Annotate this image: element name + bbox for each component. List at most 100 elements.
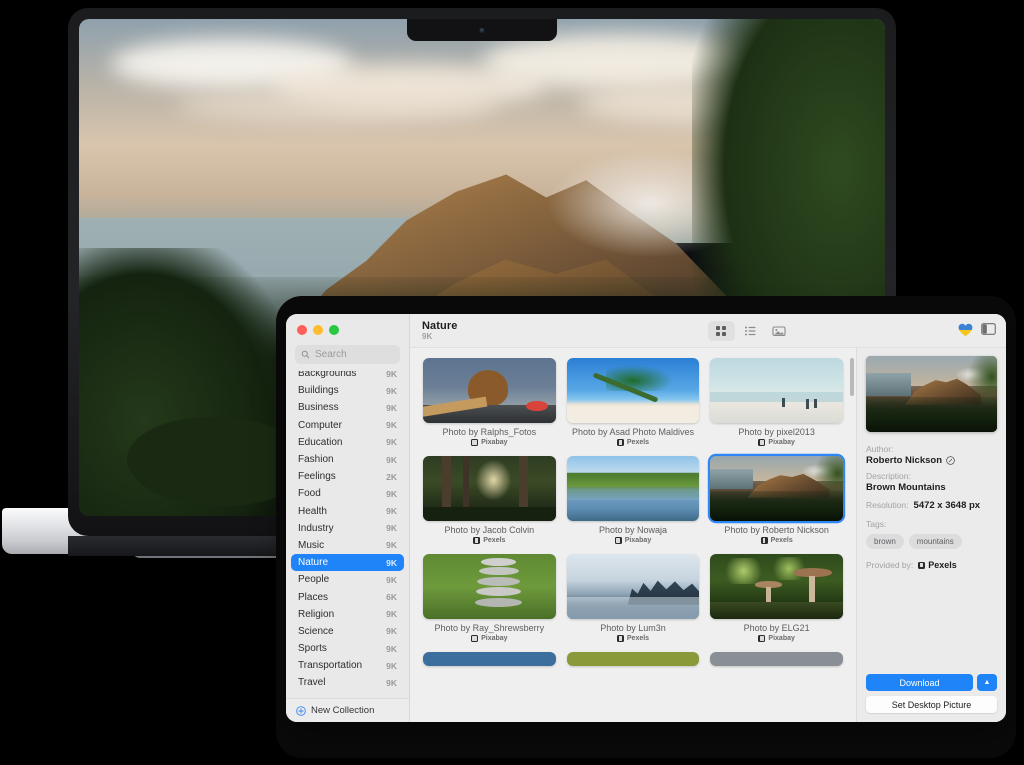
photo-cell[interactable]: Photo by Lum3nPexels bbox=[567, 554, 700, 642]
photo-thumbnail[interactable] bbox=[710, 554, 843, 619]
tag-pill[interactable]: brown bbox=[866, 534, 904, 549]
sidebar-item-count: 9K bbox=[386, 626, 397, 636]
set-desktop-picture-button[interactable]: Set Desktop Picture bbox=[866, 696, 997, 713]
sidebar-item-fashion[interactable]: Fashion9K bbox=[291, 451, 404, 468]
ukraine-heart-icon[interactable] bbox=[958, 323, 973, 339]
sidebar-item-label: Industry bbox=[298, 523, 334, 534]
sidebar-item-count: 9K bbox=[386, 403, 397, 413]
photo-cell-partial[interactable]: Pixabay bbox=[567, 347, 700, 348]
photo-cell-partial[interactable]: Pexels bbox=[423, 347, 556, 348]
photo-cell-partial-bottom[interactable] bbox=[423, 652, 556, 666]
sidebar-item-count: 9K bbox=[386, 540, 397, 550]
sidebar-item-science[interactable]: Science9K bbox=[291, 623, 404, 640]
photo-cell[interactable]: Photo by Roberto NicksonPexels bbox=[710, 456, 843, 544]
photo-cell[interactable]: Photo by pixel2013Pixabay bbox=[710, 358, 843, 446]
sidebar-item-transportation[interactable]: Transportation9K bbox=[291, 657, 404, 674]
sidebar-item-music[interactable]: Music9K bbox=[291, 537, 404, 554]
sidebar-item-people[interactable]: People9K bbox=[291, 571, 404, 588]
sidebar-item-feelings[interactable]: Feelings2K bbox=[291, 468, 404, 485]
zoom-button[interactable] bbox=[329, 325, 339, 335]
sidebar-toggle-icon[interactable] bbox=[981, 323, 996, 338]
sidebar-item-religion[interactable]: Religion9K bbox=[291, 606, 404, 623]
sidebar-item-health[interactable]: Health9K bbox=[291, 503, 404, 520]
list-view-button[interactable] bbox=[737, 321, 764, 341]
photo-cell[interactable]: Photo by Jacob Colvin Pexels bbox=[423, 456, 556, 544]
photo-source-label: Pexels bbox=[483, 537, 505, 544]
photo-thumbnail[interactable] bbox=[710, 652, 843, 666]
author-label: Author: bbox=[866, 444, 997, 454]
sidebar-item-travel[interactable]: Travel9K bbox=[291, 674, 404, 691]
download-options-button[interactable]: ▲ bbox=[977, 674, 997, 691]
photo-caption: Photo by Jacob Colvin bbox=[445, 525, 535, 535]
photo-thumbnail[interactable] bbox=[567, 456, 700, 521]
category-list[interactable]: Backgrounds9KBuildings9KBusiness9KComput… bbox=[286, 371, 409, 698]
preview-view-button[interactable] bbox=[766, 321, 793, 341]
sidebar-item-label: Fashion bbox=[298, 454, 334, 465]
pixabay-badge-icon bbox=[758, 439, 765, 446]
photo-cell[interactable]: Photo by Ralphs_FotosPixabay bbox=[423, 358, 556, 446]
pexels-badge-icon bbox=[617, 439, 624, 446]
grid-view-button[interactable] bbox=[708, 321, 735, 341]
photo-thumbnail[interactable] bbox=[710, 456, 843, 521]
photo-thumbnail[interactable] bbox=[567, 652, 700, 666]
sidebar-item-business[interactable]: Business9K bbox=[291, 399, 404, 416]
tag-pill[interactable]: mountains bbox=[909, 534, 962, 549]
photo-thumbnail[interactable] bbox=[423, 456, 556, 521]
sidebar-item-count: 9K bbox=[386, 678, 397, 688]
photo-thumbnail[interactable] bbox=[567, 554, 700, 619]
macbook-notch bbox=[407, 19, 557, 41]
photo-cell[interactable]: Photo by Asad Photo MaldivesPexels bbox=[567, 358, 700, 446]
pexels-badge-icon bbox=[918, 562, 925, 569]
photo-caption: Photo by ELG21 bbox=[744, 623, 810, 633]
download-row: Download ▲ bbox=[866, 674, 997, 691]
photo-cell[interactable]: Photo by Ray_ShrewsberryPixabay bbox=[423, 554, 556, 642]
photo-thumbnail[interactable] bbox=[423, 358, 556, 423]
photo-thumbnail[interactable] bbox=[567, 358, 700, 423]
toolbar: Nature 9K bbox=[410, 314, 1006, 347]
sidebar-item-buildings[interactable]: Buildings9K bbox=[291, 382, 404, 399]
minimize-button[interactable] bbox=[313, 325, 323, 335]
photo-source-label: Pixabay bbox=[481, 439, 507, 446]
pexels-badge-icon bbox=[761, 347, 768, 348]
provided-label: Provided by: bbox=[866, 560, 913, 570]
photo-caption: Photo by Nowaja bbox=[599, 525, 667, 535]
sidebar-item-nature[interactable]: Nature9K bbox=[291, 554, 404, 571]
photo-source-label: Pixabay bbox=[768, 635, 794, 642]
sidebar-item-food[interactable]: Food9K bbox=[291, 485, 404, 502]
photo-source-label: Pexels bbox=[483, 347, 505, 348]
photo-thumbnail[interactable] bbox=[423, 554, 556, 619]
photo-caption: Photo by Roberto Nickson bbox=[724, 525, 829, 535]
photo-source: Pixabay bbox=[471, 439, 507, 446]
sidebar-item-count: 6K bbox=[386, 592, 397, 602]
photo-grid-area[interactable]: Pexels Pixabay Pexels Photo by Ralphs_Fotos… bbox=[410, 347, 856, 722]
sidebar-item-places[interactable]: Places6K bbox=[291, 588, 404, 605]
plus-circle-icon bbox=[296, 706, 306, 716]
sidebar-item-backgrounds[interactable]: Backgrounds9K bbox=[291, 371, 404, 382]
sidebar-item-label: People bbox=[298, 574, 329, 585]
sidebar-item-count: 9K bbox=[386, 386, 397, 396]
photo-cell-partial-bottom[interactable] bbox=[567, 652, 700, 666]
new-collection-button[interactable]: New Collection bbox=[286, 698, 409, 722]
search-input[interactable]: Search bbox=[295, 345, 400, 364]
close-button[interactable] bbox=[297, 325, 307, 335]
grid-scrollbar[interactable] bbox=[850, 358, 854, 396]
preview-thumbnail[interactable] bbox=[866, 356, 997, 432]
sidebar-item-computer[interactable]: Computer9K bbox=[291, 417, 404, 434]
photo-cell-partial[interactable]: Pexels bbox=[710, 347, 843, 348]
photo-source-label: Pixabay bbox=[625, 347, 651, 348]
download-button[interactable]: Download bbox=[866, 674, 973, 691]
photo-cell-partial-bottom[interactable] bbox=[710, 652, 843, 666]
photo-cell[interactable]: Photo by NowajaPixabay bbox=[567, 456, 700, 544]
photo-cell[interactable]: Photo by ELG21 Pixabay bbox=[710, 554, 843, 642]
provided-value: Pexels bbox=[918, 560, 957, 570]
photo-source: Pexels bbox=[617, 635, 649, 642]
photo-thumbnail[interactable] bbox=[710, 358, 843, 423]
external-link-icon[interactable] bbox=[946, 456, 955, 465]
pexels-badge-icon bbox=[473, 347, 480, 348]
sidebar-item-industry[interactable]: Industry9K bbox=[291, 520, 404, 537]
photo-thumbnail[interactable] bbox=[423, 652, 556, 666]
sidebar-item-education[interactable]: Education9K bbox=[291, 434, 404, 451]
content-row: Pexels Pixabay Pexels Photo by Ralphs_Fotos… bbox=[410, 347, 1006, 722]
photo-metadata: Author: Roberto Nickson Description: Bro… bbox=[866, 439, 997, 674]
sidebar-item-sports[interactable]: Sports9K bbox=[291, 640, 404, 657]
